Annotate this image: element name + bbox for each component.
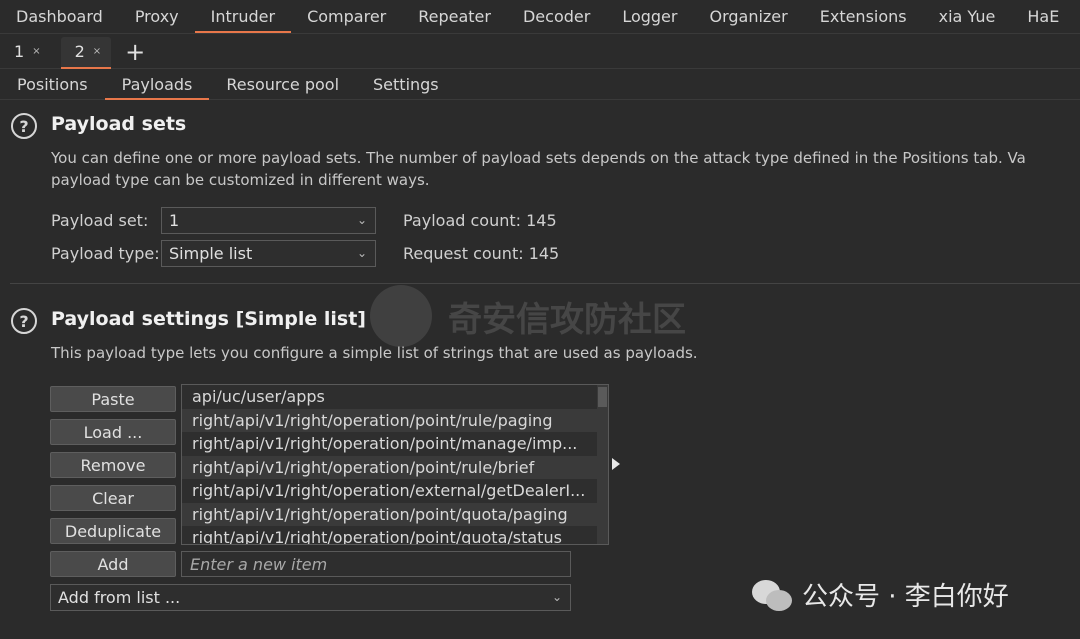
chevron-down-icon: ⌄ — [551, 590, 562, 604]
instance-tab-1[interactable]: 1 × — [0, 37, 51, 67]
help-icon[interactable]: ? — [11, 308, 37, 334]
payload-sets-title: Payload sets — [51, 113, 187, 135]
watermark-logo-icon — [370, 285, 432, 347]
list-item[interactable]: right/api/v1/right/operation/point/rule/… — [182, 408, 598, 432]
scroll-thumb[interactable] — [598, 387, 607, 407]
list-item[interactable]: right/api/v1/right/operation/point/manag… — [182, 432, 598, 456]
tab-positions[interactable]: Positions — [0, 70, 105, 100]
chevron-down-icon: ⌄ — [356, 246, 367, 260]
payload-type-value: Simple list — [169, 244, 253, 263]
instance-tab-2[interactable]: 2 × — [60, 36, 112, 69]
instance-tab-bar: 1 × 2 × + — [0, 35, 1080, 69]
payload-set-value: 1 — [169, 211, 180, 230]
payload-set-label: Payload set: — [51, 211, 149, 230]
tab-hae[interactable]: HaE — [1011, 0, 1075, 34]
chevron-down-icon: ⌄ — [356, 213, 367, 227]
payload-count: Payload count: 145 — [403, 211, 557, 230]
deduplicate-button[interactable]: Deduplicate — [50, 518, 176, 544]
payload-settings-title: Payload settings [Simple list] — [51, 308, 366, 330]
request-count: Request count: 145 — [403, 244, 560, 263]
instance-tab-label: 1 — [14, 42, 25, 61]
add-button[interactable]: Add — [50, 551, 176, 577]
watermark-text: 奇安信攻防社区 — [448, 299, 686, 340]
tab-intruder[interactable]: Intruder — [194, 0, 292, 34]
payload-sets-description-line1: You can define one or more payload sets.… — [51, 149, 1026, 167]
tab-decoder[interactable]: Decoder — [507, 0, 606, 34]
payload-list[interactable]: api/uc/user/apps right/api/v1/right/oper… — [181, 384, 609, 545]
clear-button[interactable]: Clear — [50, 485, 176, 511]
payload-sets-description-line2: payload type can be customized in differ… — [51, 171, 430, 189]
tab-xia-yue[interactable]: xia Yue — [923, 0, 1012, 34]
watermark: 奇安信攻防社区 — [370, 285, 686, 347]
tab-proxy[interactable]: Proxy — [119, 0, 195, 34]
list-item[interactable]: right/api/v1/right/operation/point/quota… — [182, 502, 598, 526]
add-from-list-select[interactable]: Add from list ... ⌄ — [50, 584, 571, 611]
expand-arrow-icon[interactable] — [612, 458, 620, 470]
tab-settings[interactable]: Settings — [356, 70, 456, 100]
intruder-sub-tabs: Positions Payloads Resource pool Setting… — [0, 70, 1080, 100]
add-from-list-label: Add from list ... — [58, 588, 181, 607]
wechat-account-text: 公众号 · 李白你好 — [802, 582, 1009, 612]
close-icon[interactable]: × — [93, 46, 101, 57]
payload-set-select[interactable]: 1 ⌄ — [161, 207, 376, 234]
plus-icon[interactable]: + — [125, 40, 145, 64]
tab-repeater[interactable]: Repeater — [402, 0, 507, 34]
help-icon[interactable]: ? — [11, 113, 37, 139]
list-item[interactable]: right/api/v1/right/operation/point/rule/… — [182, 455, 598, 479]
tab-payloads[interactable]: Payloads — [104, 70, 210, 100]
wechat-icon — [752, 578, 794, 612]
new-item-input[interactable]: Enter a new item — [181, 551, 571, 577]
section-divider — [10, 283, 1080, 284]
tab-logger[interactable]: Logger — [606, 0, 693, 34]
tab-resource-pool[interactable]: Resource pool — [209, 70, 356, 100]
tab-dashboard[interactable]: Dashboard — [0, 0, 119, 34]
remove-button[interactable]: Remove — [50, 452, 176, 478]
list-item[interactable]: right/api/v1/right/operation/point/quota… — [182, 526, 598, 544]
list-item[interactable]: right/api/v1/right/operation/external/ge… — [182, 479, 598, 503]
list-scrollbar[interactable] — [597, 385, 608, 544]
paste-button[interactable]: Paste — [50, 386, 176, 412]
payload-type-label: Payload type: — [51, 244, 160, 263]
tab-extensions[interactable]: Extensions — [804, 0, 923, 34]
wechat-account-badge: 公众号 · 李白你好 — [752, 576, 1009, 613]
list-item[interactable]: api/uc/user/apps — [182, 385, 598, 409]
instance-tab-label: 2 — [74, 42, 85, 61]
payload-type-select[interactable]: Simple list ⌄ — [161, 240, 376, 267]
main-menu-bar: Dashboard Proxy Intruder Comparer Repeat… — [0, 0, 1080, 34]
payload-settings-description: This payload type lets you configure a s… — [51, 344, 698, 362]
load-button[interactable]: Load ... — [50, 419, 176, 445]
tab-comparer[interactable]: Comparer — [291, 0, 402, 34]
tab-organizer[interactable]: Organizer — [693, 0, 803, 34]
close-icon[interactable]: × — [32, 46, 40, 57]
